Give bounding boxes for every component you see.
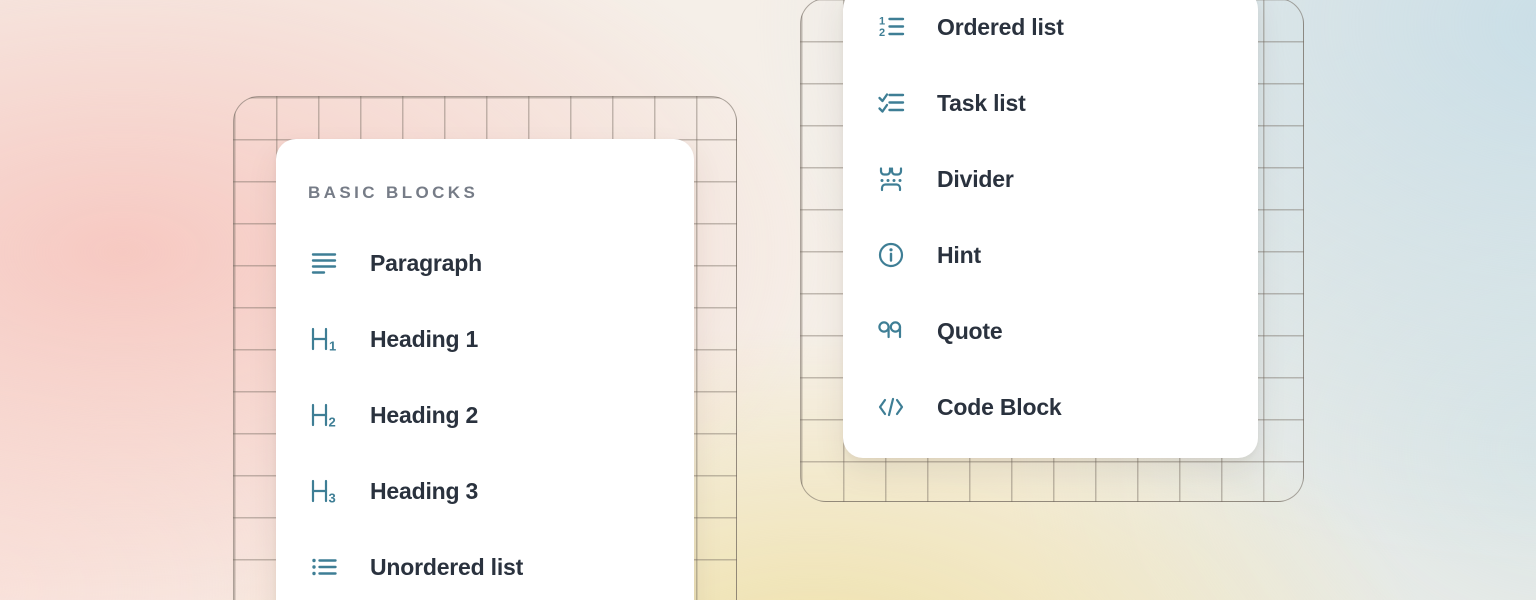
heading-1-icon bbox=[307, 322, 341, 356]
list-item[interactable]: Heading 3 bbox=[276, 453, 694, 529]
list-item-label: Unordered list bbox=[370, 554, 523, 581]
list-item-label: Paragraph bbox=[370, 250, 482, 277]
list-item[interactable]: Paragraph bbox=[276, 225, 694, 301]
divider-icon bbox=[874, 162, 908, 196]
list-item-label: Heading 2 bbox=[370, 402, 478, 429]
unordered-list-icon bbox=[307, 550, 341, 584]
list-item-label: Divider bbox=[937, 166, 1014, 193]
code-block-icon bbox=[874, 390, 908, 424]
more-blocks-menu: Ordered list Task list Divider Hint Quot… bbox=[843, 0, 1258, 458]
list-item-label: Code Block bbox=[937, 394, 1062, 421]
list-item[interactable]: Divider bbox=[843, 141, 1258, 217]
heading-2-icon bbox=[307, 398, 341, 432]
more-blocks-item-list: Ordered list Task list Divider Hint Quot… bbox=[843, 0, 1258, 445]
list-item-label: Heading 3 bbox=[370, 478, 478, 505]
list-item[interactable]: Heading 1 bbox=[276, 301, 694, 377]
list-item[interactable]: Unordered list bbox=[276, 529, 694, 600]
list-item[interactable]: Hint bbox=[843, 217, 1258, 293]
basic-blocks-section-label: BASIC BLOCKS bbox=[308, 181, 694, 205]
list-item-label: Ordered list bbox=[937, 14, 1064, 41]
ordered-list-icon bbox=[874, 10, 908, 44]
paragraph-icon bbox=[307, 246, 341, 280]
list-item-label: Quote bbox=[937, 318, 1002, 345]
list-item[interactable]: Quote bbox=[843, 293, 1258, 369]
task-list-icon bbox=[874, 86, 908, 120]
list-item-label: Heading 1 bbox=[370, 326, 478, 353]
list-item-label: Hint bbox=[937, 242, 981, 269]
heading-3-icon bbox=[307, 474, 341, 508]
basic-blocks-item-list: Paragraph Heading 1 Heading 2 Heading 3 … bbox=[276, 225, 694, 600]
quote-icon bbox=[874, 314, 908, 348]
list-item[interactable]: Code Block bbox=[843, 369, 1258, 445]
list-item[interactable]: Ordered list bbox=[843, 0, 1258, 65]
canvas: { "colors": { "accent": "#3e7e95", "item… bbox=[0, 0, 1536, 600]
hint-icon bbox=[874, 238, 908, 272]
basic-blocks-menu: BASIC BLOCKS Paragraph Heading 1 Heading… bbox=[276, 139, 694, 600]
list-item-label: Task list bbox=[937, 90, 1026, 117]
list-item[interactable]: Heading 2 bbox=[276, 377, 694, 453]
list-item[interactable]: Task list bbox=[843, 65, 1258, 141]
